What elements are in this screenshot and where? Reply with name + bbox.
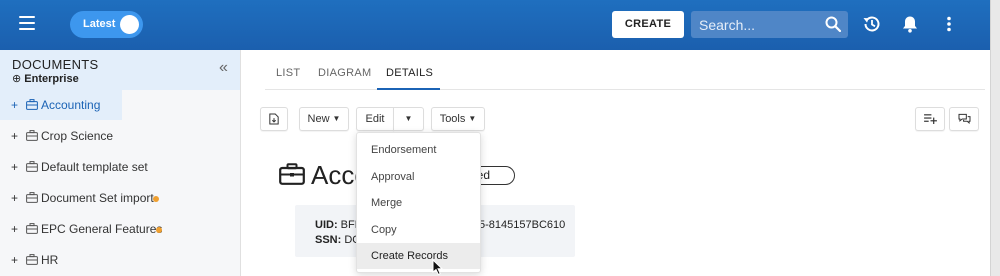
briefcase-icon xyxy=(279,163,305,185)
menu-item-endorsement[interactable]: Endorsement xyxy=(357,137,480,163)
briefcase-icon xyxy=(26,99,38,110)
expand-icon[interactable]: + xyxy=(11,191,18,205)
menu-item-merge[interactable]: Merge xyxy=(357,190,480,216)
workspace-name: Enterprise xyxy=(24,73,79,85)
comments-button[interactable] xyxy=(949,107,979,131)
top-app-bar: Latest CREATE xyxy=(0,0,990,50)
new-button-label: New xyxy=(307,113,330,125)
tree-item-default-template-set[interactable]: + Default template set xyxy=(0,152,240,182)
vertical-scrollbar[interactable] xyxy=(990,0,1000,276)
tree-item-label: Document Set import xyxy=(41,191,154,205)
caret-down-icon: ▼ xyxy=(468,114,477,123)
export-document-button[interactable] xyxy=(260,107,288,131)
tools-button-label: Tools xyxy=(439,113,466,125)
tab-list[interactable]: LIST xyxy=(276,67,300,79)
playlist-add-icon xyxy=(923,114,937,124)
menu-item-approval[interactable]: Approval xyxy=(357,164,480,190)
create-button[interactable]: CREATE xyxy=(612,11,684,38)
expand-icon[interactable]: + xyxy=(11,160,18,174)
latest-toggle-label: Latest xyxy=(83,18,116,30)
uid-value-end: 5-8145157BC610 xyxy=(479,219,566,231)
bell-icon[interactable] xyxy=(900,14,920,34)
expand-icon[interactable]: + xyxy=(11,129,18,143)
expand-icon[interactable]: + xyxy=(11,253,18,267)
tree-item-label: Accounting xyxy=(41,98,101,112)
briefcase-icon xyxy=(26,192,38,203)
file-icon xyxy=(269,113,279,125)
expand-icon[interactable]: + xyxy=(11,98,18,112)
globe-icon: ⊕ xyxy=(12,73,22,85)
tree-item-label: HR xyxy=(41,253,59,267)
status-dot xyxy=(156,227,162,233)
briefcase-icon xyxy=(26,223,38,234)
tree-item-label: Crop Science xyxy=(41,129,114,143)
mouse-cursor-icon xyxy=(432,259,444,276)
search-box xyxy=(691,11,848,38)
comments-icon xyxy=(957,113,971,125)
menu-item-create-records[interactable]: Create Records xyxy=(357,243,480,269)
edit-button-label: Edit xyxy=(365,113,385,125)
more-vert-icon[interactable] xyxy=(939,14,959,34)
tab-details[interactable]: DETAILS xyxy=(386,67,433,79)
tree-item-epc-general-features[interactable]: + EPC General Features xyxy=(0,214,240,244)
tools-button[interactable]: Tools ▼ xyxy=(431,107,485,131)
view-tabs: LIST DIAGRAM DETAILS xyxy=(265,50,985,90)
tree-item-hr[interactable]: + HR xyxy=(0,245,240,275)
new-button[interactable]: New ▼ xyxy=(299,107,349,131)
briefcase-icon xyxy=(26,254,38,265)
toggle-knob xyxy=(120,15,139,34)
briefcase-icon xyxy=(26,161,38,172)
menu-item-copy[interactable]: Copy xyxy=(357,217,480,243)
status-dot xyxy=(153,196,159,202)
expand-icon[interactable]: + xyxy=(11,222,18,236)
uid-label: UID: xyxy=(315,219,338,231)
edit-dropdown-toggle[interactable]: ▼ xyxy=(393,107,424,131)
sidebar-header: DOCUMENTS ⊕ Enterprise « xyxy=(0,50,240,90)
briefcase-icon xyxy=(26,130,38,141)
tree-item-crop-science[interactable]: + Crop Science xyxy=(0,121,240,151)
collapse-sidebar-icon[interactable]: « xyxy=(219,59,228,77)
ssn-label: SSN: xyxy=(315,234,342,246)
tree-item-document-set-import[interactable]: + Document Set import xyxy=(0,183,240,213)
search-input[interactable] xyxy=(691,11,821,38)
sidebar-title: DOCUMENTS xyxy=(12,57,99,72)
active-tab-indicator xyxy=(377,88,440,90)
latest-toggle[interactable]: Latest xyxy=(70,11,143,38)
tree-item-label: Default template set xyxy=(41,160,148,174)
documents-sidebar: DOCUMENTS ⊕ Enterprise « + Accounting + … xyxy=(0,50,241,276)
sidebar-subtitle: ⊕ Enterprise xyxy=(12,72,79,85)
tab-diagram[interactable]: DIAGRAM xyxy=(318,67,371,79)
search-icon[interactable] xyxy=(825,16,841,32)
edit-dropdown-menu: Endorsement Approval Merge Copy Create R… xyxy=(356,132,481,273)
history-icon[interactable] xyxy=(862,14,882,34)
ssn-line: SSN: DO xyxy=(315,234,361,246)
caret-down-icon: ▼ xyxy=(332,114,341,123)
caret-down-icon: ▼ xyxy=(404,114,413,123)
add-to-list-button[interactable] xyxy=(915,107,945,131)
tree-item-label: EPC General Features xyxy=(41,222,163,236)
edit-button[interactable]: Edit xyxy=(356,107,394,131)
menu-icon[interactable] xyxy=(19,16,35,30)
tree-item-accounting[interactable]: + Accounting xyxy=(0,90,122,120)
